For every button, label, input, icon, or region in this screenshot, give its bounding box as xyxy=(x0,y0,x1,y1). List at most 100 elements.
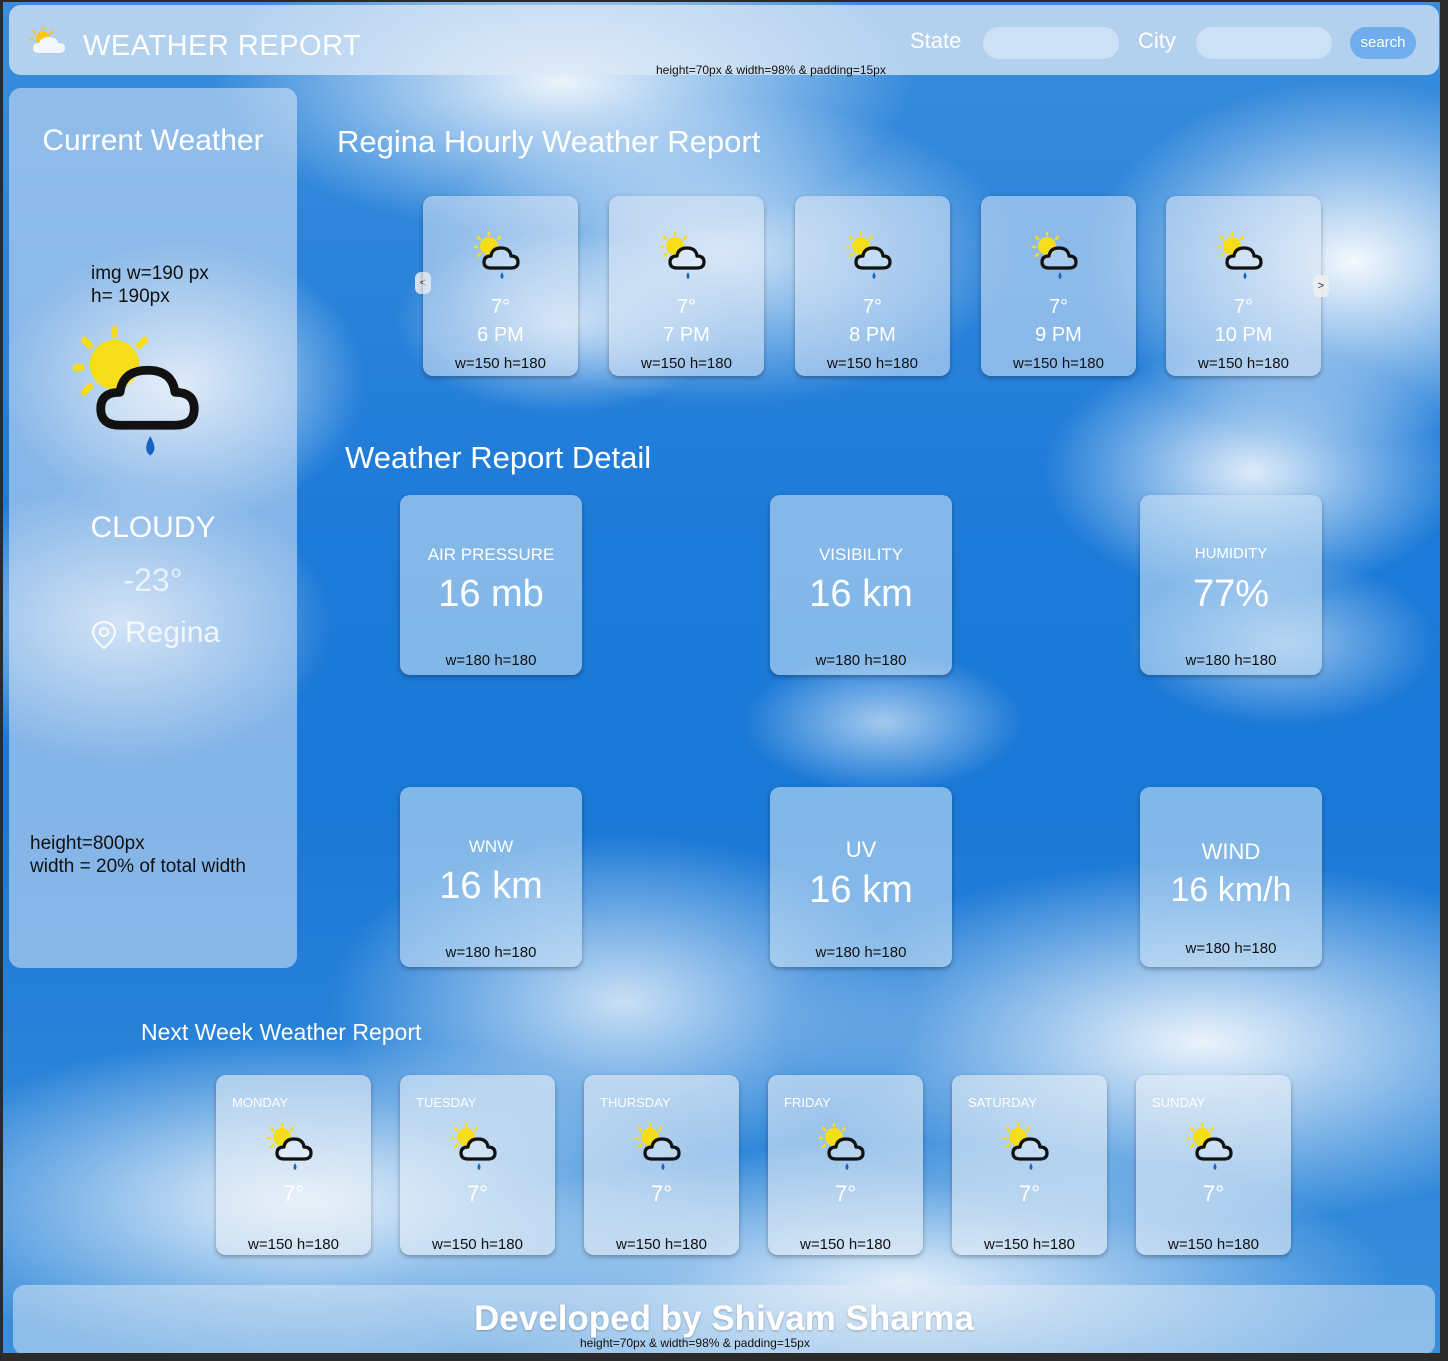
image-height-note: h= 190px xyxy=(91,286,170,307)
hourly-temp: 7° xyxy=(490,296,511,318)
current-weather-heading: Current Weather xyxy=(42,124,264,157)
hourly-section-title: Regina Hourly Weather Report xyxy=(337,124,761,159)
partly-cloudy-rain-icon xyxy=(843,232,903,282)
detail-section-title: Weather Report Detail xyxy=(345,440,652,475)
card-size-note: w=150 h=180 xyxy=(984,1236,1075,1253)
card-size-note: w=150 h=180 xyxy=(248,1236,339,1253)
hourly-time: 8 PM xyxy=(849,324,896,346)
card-size-note: w=150 h=180 xyxy=(800,1236,891,1253)
hourly-card: 7° 8 PM w=150 h=180 xyxy=(795,196,950,376)
card-size-note: w=180 h=180 xyxy=(445,652,537,669)
hourly-time: 7 PM xyxy=(663,324,710,346)
hourly-temp: 7° xyxy=(676,296,697,318)
card-size-note: w=150 h=180 xyxy=(641,355,732,372)
weekly-card: FRIDAY 7° w=150 h=180 xyxy=(768,1075,923,1255)
image-size-note: img w=190 px h= 190px xyxy=(91,262,209,308)
weekday-label: MONDAY xyxy=(232,1095,289,1110)
search-button[interactable]: search xyxy=(1350,27,1416,59)
developer-credit: Developed by Shivam Sharma xyxy=(474,1299,974,1338)
city-input[interactable] xyxy=(1196,27,1332,59)
card-size-note: w=150 h=180 xyxy=(455,355,546,372)
partly-cloudy-rain-icon xyxy=(1000,1123,1060,1173)
partly-cloudy-rain-icon xyxy=(657,232,717,282)
footer: Developed by Shivam Sharma height=70px &… xyxy=(13,1285,1435,1353)
city-label: City xyxy=(1138,28,1176,53)
weekday-label: FRIDAY xyxy=(784,1095,831,1110)
location-pin-icon xyxy=(91,620,117,650)
partly-cloudy-rain-icon xyxy=(448,1123,508,1173)
weekday-label: THURSDAY xyxy=(600,1095,671,1110)
header-size-note: height=70px & width=98% & padding=15px xyxy=(656,63,886,77)
weekly-temp: 7° xyxy=(466,1181,489,1206)
hourly-time: 10 PM xyxy=(1214,324,1273,346)
hourly-time: 9 PM xyxy=(1035,324,1082,346)
partly-cloudy-rain-icon xyxy=(1184,1123,1244,1173)
current-weather-panel: Current Weather img w=190 px h= 190px CL… xyxy=(9,88,297,968)
card-size-note: w=150 h=180 xyxy=(616,1236,707,1253)
detail-value: 16 km xyxy=(809,869,913,911)
weekly-card: SUNDAY 7° w=150 h=180 xyxy=(1136,1075,1291,1255)
weekly-temp: 7° xyxy=(1018,1181,1041,1206)
detail-value: 16 km xyxy=(439,865,543,907)
detail-value: 16 km/h xyxy=(1170,871,1292,909)
weekday-label: TUESDAY xyxy=(416,1095,477,1110)
image-width-note: img w=190 px xyxy=(91,263,209,284)
detail-label: AIR PRESSURE xyxy=(427,545,555,564)
footer-size-note: height=70px & width=98% & padding=15px xyxy=(580,1336,810,1350)
panel-size-note: height=800px width = 20% of total width xyxy=(30,832,246,878)
card-size-note: w=180 h=180 xyxy=(815,944,907,961)
detail-label: WIND xyxy=(1201,839,1261,864)
detail-value: 77% xyxy=(1192,573,1270,615)
current-temperature: -23° xyxy=(123,562,183,598)
hourly-next-button[interactable]: > xyxy=(1313,275,1329,297)
card-size-note: w=150 h=180 xyxy=(827,355,918,372)
partly-cloudy-rain-icon xyxy=(632,1123,692,1173)
detail-value: 16 mb xyxy=(438,573,544,615)
detail-label: WNW xyxy=(468,837,514,856)
air-pressure-card: AIR PRESSURE 16 mb w=180 h=180 xyxy=(400,495,582,675)
weekly-temp: 7° xyxy=(650,1181,673,1206)
partly-cloudy-rain-icon xyxy=(471,232,531,282)
top-navbar: WEATHER REPORT State City search height=… xyxy=(9,5,1439,77)
partly-cloudy-rain-icon xyxy=(816,1123,876,1173)
detail-label: VISIBILITY xyxy=(818,545,904,564)
weekly-temp: 7° xyxy=(1202,1181,1225,1206)
hourly-card: 7° 10 PM w=150 h=180 xyxy=(1166,196,1321,376)
detail-label: UV xyxy=(845,837,877,862)
weather-logo-icon xyxy=(29,27,65,53)
weekly-temp: 7° xyxy=(834,1181,857,1206)
panel-height-note: height=800px xyxy=(30,833,145,854)
weekly-section-title: Next Week Weather Report xyxy=(141,1019,422,1045)
weather-condition: CLOUDY xyxy=(90,511,216,544)
partly-cloudy-rain-icon xyxy=(1029,232,1089,282)
partly-cloudy-rain-icon xyxy=(1214,232,1274,282)
uv-card: UV 16 km w=180 h=180 xyxy=(770,787,952,967)
partly-cloudy-rain-icon xyxy=(264,1123,324,1173)
card-size-note: w=180 h=180 xyxy=(445,944,537,961)
wind-direction-card: WNW 16 km w=180 h=180 xyxy=(400,787,582,967)
detail-value: 16 km xyxy=(809,573,913,615)
page-background: WEATHER REPORT State City search height=… xyxy=(3,2,1440,1353)
card-size-note: w=180 h=180 xyxy=(815,652,907,669)
weekly-card: THURSDAY 7° w=150 h=180 xyxy=(584,1075,739,1255)
card-size-note: w=150 h=180 xyxy=(1168,1236,1259,1253)
hourly-card: 7° 6 PM w=150 h=180 xyxy=(423,196,578,376)
hourly-temp: 7° xyxy=(862,296,883,318)
card-size-note: w=150 h=180 xyxy=(1198,355,1289,372)
card-size-note: w=150 h=180 xyxy=(1013,355,1104,372)
panel-width-note: width = 20% of total width xyxy=(30,856,246,877)
weekly-temp: 7° xyxy=(282,1181,305,1206)
state-input[interactable] xyxy=(983,27,1119,59)
card-size-note: w=150 h=180 xyxy=(432,1236,523,1253)
wind-card: WIND 16 km/h w=180 h=180 xyxy=(1140,787,1322,967)
state-label: State xyxy=(910,28,962,53)
weekday-label: SATURDAY xyxy=(968,1095,1037,1110)
humidity-card: HUMIDITY 77% w=180 h=180 xyxy=(1140,495,1322,675)
weekly-card: SATURDAY 7° w=150 h=180 xyxy=(952,1075,1107,1255)
visibility-card: VISIBILITY 16 km w=180 h=180 xyxy=(770,495,952,675)
hourly-temp: 7° xyxy=(1233,296,1254,318)
detail-label: HUMIDITY xyxy=(1194,545,1268,562)
current-location: Regina xyxy=(125,616,221,649)
weekly-card: MONDAY 7° w=150 h=180 xyxy=(216,1075,371,1255)
hourly-card: 7° 7 PM w=150 h=180 xyxy=(609,196,764,376)
